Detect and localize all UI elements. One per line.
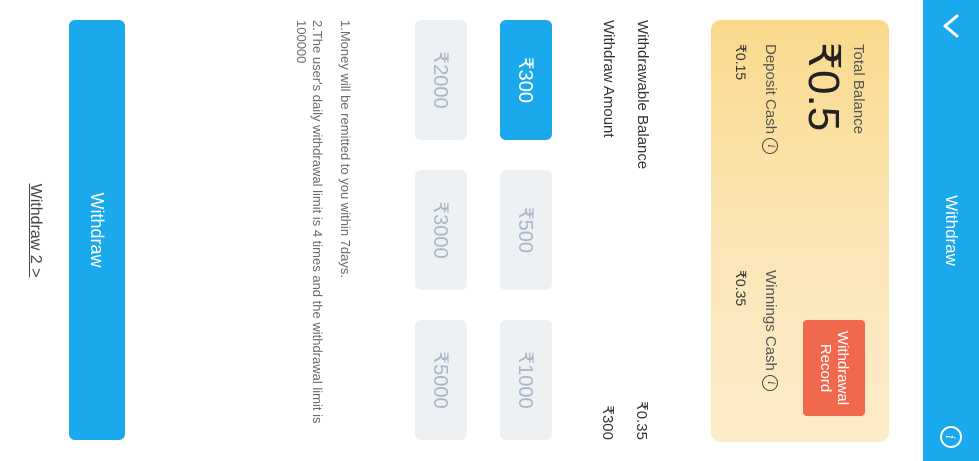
total-balance-label: Total Balance	[850, 44, 867, 135]
withdraw-amount-row: Withdraw Amount ₹300	[599, 20, 617, 440]
withdrawal-record-button[interactable]: Withdrawal Record	[803, 320, 865, 416]
header-bar: Withdraw i	[923, 0, 979, 461]
amount-option-300[interactable]: ₹300	[500, 20, 552, 140]
withdrawable-balance-value: ₹0.35	[633, 401, 650, 440]
amount-option-3000[interactable]: ₹3000	[415, 170, 467, 290]
note-1: 1.Money will be remitted to you within 7…	[338, 20, 353, 278]
amount-option-2000[interactable]: ₹2000	[415, 20, 467, 140]
deposit-info-icon[interactable]: i	[761, 138, 778, 155]
deposit-cash-value: ₹0.15	[733, 44, 749, 81]
page-title: Withdraw	[942, 195, 961, 266]
svg-text:i: i	[942, 435, 957, 439]
withdrawable-balance-label: Withdrawable Balance	[634, 20, 651, 170]
withdraw-button[interactable]: Withdraw	[69, 20, 125, 440]
withdraw-notes: 1.Money will be remitted to you within 7…	[281, 20, 353, 440]
balance-card: Total Balance ₹0.5 Deposit Cash i ₹0.15 W…	[711, 20, 889, 442]
withdraw-screen: Withdraw i Total Balance ₹0.5 Deposit Ca…	[0, 0, 979, 461]
withdraw-amount-value: ₹300	[599, 405, 616, 440]
withdrawable-balance-row: Withdrawable Balance ₹0.35	[633, 20, 651, 440]
winnings-cash-label: Winnings Cash i	[761, 270, 779, 391]
amount-option-500[interactable]: ₹500	[500, 170, 552, 290]
deposit-cash-text: Deposit Cash	[762, 44, 779, 135]
total-balance-value: ₹0.5	[799, 42, 848, 132]
winnings-info-icon[interactable]: i	[761, 374, 778, 391]
info-icon[interactable]: i	[939, 425, 963, 449]
withdraw-2-link[interactable]: Withdraw 2 >	[26, 0, 44, 461]
winnings-cash-text: Winnings Cash	[762, 270, 779, 371]
note-2: 2.The user's daily withdrawal limit is 4…	[294, 20, 325, 424]
deposit-cash-label: Deposit Cash i	[761, 44, 779, 155]
winnings-cash-value: ₹0.35	[733, 270, 749, 307]
amount-option-5000[interactable]: ₹5000	[415, 320, 467, 440]
amount-option-1000[interactable]: ₹1000	[500, 320, 552, 440]
withdraw-amount-label: Withdraw Amount	[600, 20, 617, 138]
